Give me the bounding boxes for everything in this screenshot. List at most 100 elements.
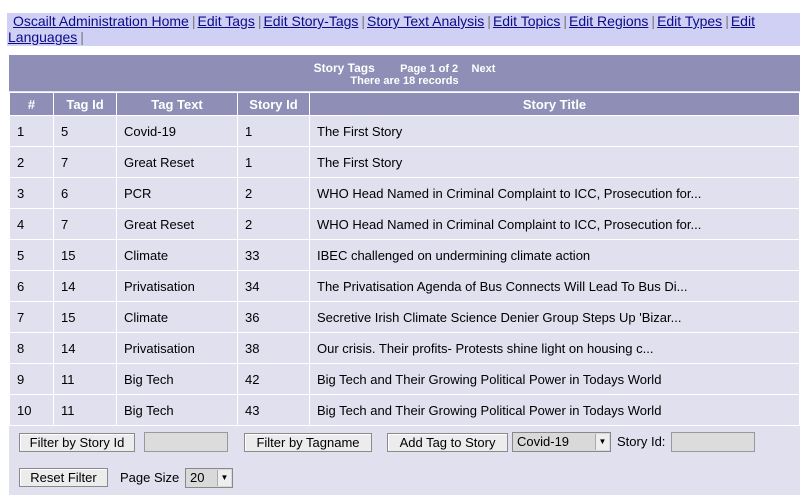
cell-story-title: WHO Head Named in Criminal Complaint to … xyxy=(310,209,799,239)
story-tags-panel: Story Tags Page 1 of 2 Next There are 18… xyxy=(9,55,800,495)
cell-tag-text: Covid-19 xyxy=(117,116,237,146)
nav-link-story-text-analysis[interactable]: Story Text Analysis xyxy=(367,13,484,29)
table-row[interactable]: 5 15 Climate 33 IBEC challenged on undermini… xyxy=(10,240,799,270)
cell-tag-id: 14 xyxy=(54,271,116,301)
cell-tag-text: Big Tech xyxy=(117,395,237,425)
cell-index: 9 xyxy=(10,364,53,394)
table-row[interactable]: 1 5 Covid-19 1 The First Story xyxy=(10,116,799,146)
cell-story-title: Secretive Irish Climate Science Denier G… xyxy=(310,302,799,332)
cell-story-id: 1 xyxy=(238,147,309,177)
nav-link-edit-topics[interactable]: Edit Topics xyxy=(493,13,560,29)
cell-story-title: Our crisis. Their profits- Protests shin… xyxy=(310,333,799,363)
cell-story-id: 42 xyxy=(238,364,309,394)
cell-story-id: 2 xyxy=(238,209,309,239)
table-row[interactable]: 6 14 Privatisation 34 The Privatisation Agen… xyxy=(10,271,799,301)
cell-index: 5 xyxy=(10,240,53,270)
story-id-filter-input[interactable] xyxy=(144,432,228,452)
next-page-link[interactable]: Next xyxy=(472,63,496,75)
cell-tag-id: 14 xyxy=(54,333,116,363)
cell-story-title: IBEC challenged on undermining climate a… xyxy=(310,240,799,270)
panel-title-bar: Story Tags Page 1 of 2 Next There are 18… xyxy=(9,55,800,91)
cell-tag-text: Privatisation xyxy=(117,333,237,363)
nav-link-edit-tags[interactable]: Edit Tags xyxy=(197,13,254,29)
cell-tag-id: 15 xyxy=(54,302,116,332)
cell-story-id: 38 xyxy=(238,333,309,363)
cell-story-id: 1 xyxy=(238,116,309,146)
cell-tag-text: Big Tech xyxy=(117,364,237,394)
cell-index: 10 xyxy=(10,395,53,425)
cell-tag-id: 11 xyxy=(54,395,116,425)
record-count: There are 18 records xyxy=(350,75,459,87)
admin-nav-row-2: Languages | xyxy=(8,29,84,45)
nav-link-edit-languages-wrap[interactable]: Languages xyxy=(8,29,77,45)
dropdown-arrow-icon: ▼ xyxy=(217,470,231,486)
cell-story-title: Big Tech and Their Growing Political Pow… xyxy=(310,364,799,394)
admin-nav-bar: Oscailt Administration Home | Edit Tags | Ed… xyxy=(7,13,800,46)
cell-tag-id: 7 xyxy=(54,209,116,239)
cell-tag-id: 11 xyxy=(54,364,116,394)
add-tag-to-story-button[interactable]: Add Tag to Story xyxy=(387,433,508,452)
page-size-label: Page Size xyxy=(120,470,180,485)
cell-index: 6 xyxy=(10,271,53,301)
cell-index: 1 xyxy=(10,116,53,146)
cell-tag-text: Great Reset xyxy=(117,209,237,239)
col-header-tag-text[interactable]: Tag Text xyxy=(117,93,237,115)
col-header-story-title[interactable]: Story Title xyxy=(310,93,799,115)
cell-index: 8 xyxy=(10,333,53,363)
cell-index: 7 xyxy=(10,302,53,332)
cell-tag-id: 6 xyxy=(54,178,116,208)
col-header-story-id[interactable]: Story Id xyxy=(238,93,309,115)
cell-tag-text: Climate xyxy=(117,240,237,270)
cell-tag-text: Privatisation xyxy=(117,271,237,301)
tag-select-value: Covid-19 xyxy=(517,434,570,449)
cell-story-title: Big Tech and Their Growing Political Pow… xyxy=(310,395,799,425)
cell-index: 2 xyxy=(10,147,53,177)
table-row[interactable]: 4 7 Great Reset 2 WHO Head Named in Criminal… xyxy=(10,209,799,239)
nav-link-edit-story-tags[interactable]: Edit Story-Tags xyxy=(263,13,358,29)
page-size-select[interactable]: 20 ▼ xyxy=(185,468,233,488)
filter-by-story-id-button[interactable]: Filter by Story Id xyxy=(19,433,135,452)
cell-story-id: 2 xyxy=(238,178,309,208)
table-body: 1 5 Covid-19 1 The First Story 2 7 Great Reset 1… xyxy=(10,116,799,425)
page-size-value: 20 xyxy=(190,470,205,485)
nav-link-admin-home[interactable]: Oscailt Administration Home xyxy=(13,13,189,29)
story-id-label: Story Id: xyxy=(617,434,666,449)
cell-tag-text: Climate xyxy=(117,302,237,332)
cell-tag-id: 7 xyxy=(54,147,116,177)
table-row[interactable]: 10 11 Big Tech 43 Big Tech and Their Growing… xyxy=(10,395,799,425)
cell-index: 4 xyxy=(10,209,53,239)
col-header-index[interactable]: # xyxy=(10,93,53,115)
cell-story-title: The First Story xyxy=(310,147,799,177)
tag-select[interactable]: Covid-19 ▼ xyxy=(512,432,611,452)
dropdown-arrow-icon: ▼ xyxy=(595,434,609,450)
table-row[interactable]: 8 14 Privatisation 38 Our crisis. Their prof… xyxy=(10,333,799,363)
cell-story-title: WHO Head Named in Criminal Complaint to … xyxy=(310,178,799,208)
cell-tag-id: 5 xyxy=(54,116,116,146)
story-id-input[interactable] xyxy=(671,432,755,452)
cell-story-id: 34 xyxy=(238,271,309,301)
cell-story-id: 33 xyxy=(238,240,309,270)
cell-story-title: The Privatisation Agenda of Bus Connects… xyxy=(310,271,799,301)
reset-filter-button[interactable]: Reset Filter xyxy=(19,468,108,487)
cell-story-id: 43 xyxy=(238,395,309,425)
nav-link-edit-languages[interactable]: Edit xyxy=(731,13,755,29)
table-row[interactable]: 3 6 PCR 2 WHO Head Named in Criminal Complai… xyxy=(10,178,799,208)
admin-nav-row: Oscailt Administration Home | Edit Tags | Ed… xyxy=(13,13,755,29)
cell-tag-id: 15 xyxy=(54,240,116,270)
cell-tag-text: PCR xyxy=(117,178,237,208)
table-row[interactable]: 9 11 Big Tech 42 Big Tech and Their Growing … xyxy=(10,364,799,394)
nav-link-edit-types[interactable]: Edit Types xyxy=(657,13,722,29)
table-row[interactable]: 7 15 Climate 36 Secretive Irish Climate Scie… xyxy=(10,302,799,332)
col-header-tag-id[interactable]: Tag Id xyxy=(54,93,116,115)
panel-title: Story Tags xyxy=(313,61,375,75)
table-header-row: # Tag Id Tag Text Story Id Story Title xyxy=(10,93,799,115)
nav-link-edit-regions[interactable]: Edit Regions xyxy=(569,13,648,29)
story-tags-table: # Tag Id Tag Text Story Id Story Title 1… xyxy=(9,92,800,426)
cell-story-title: The First Story xyxy=(310,116,799,146)
cell-story-id: 36 xyxy=(238,302,309,332)
filter-by-tagname-button[interactable]: Filter by Tagname xyxy=(244,433,372,452)
cell-index: 3 xyxy=(10,178,53,208)
page-indicator: Page 1 of 2 xyxy=(400,63,459,75)
cell-tag-text: Great Reset xyxy=(117,147,237,177)
table-row[interactable]: 2 7 Great Reset 1 The First Story xyxy=(10,147,799,177)
